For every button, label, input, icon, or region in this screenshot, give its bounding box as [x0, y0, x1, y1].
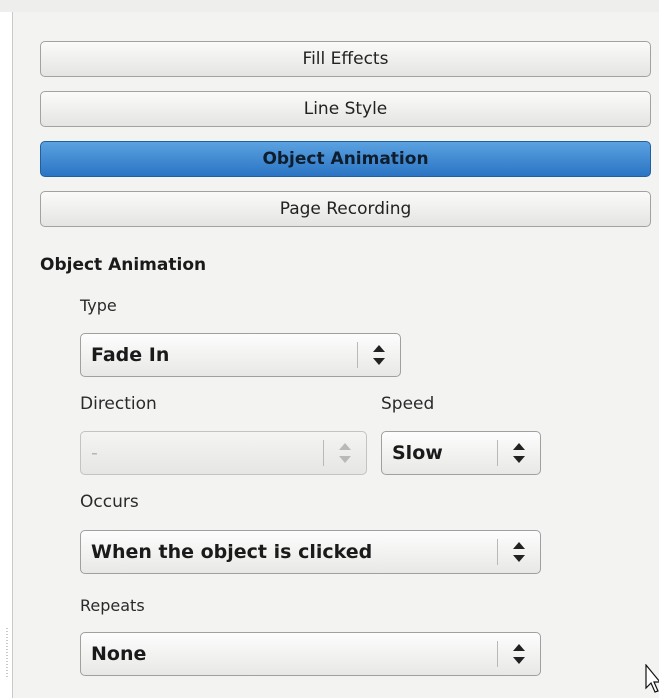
up-down-arrows-icon [513, 644, 525, 664]
speed-value: Slow [392, 442, 443, 464]
speed-select[interactable]: Slow [381, 431, 541, 475]
direction-label: Direction [80, 394, 157, 414]
repeats-select[interactable]: None [80, 632, 541, 676]
mouse-pointer-icon [645, 664, 659, 693]
occurs-select[interactable]: When the object is clicked [80, 530, 541, 574]
tab-object-animation[interactable]: Object Animation [40, 141, 651, 177]
up-down-arrows-icon [339, 443, 351, 463]
tab-page-recording[interactable]: Page Recording [40, 191, 651, 227]
direction-value: - [91, 442, 98, 464]
tab-line-style[interactable]: Line Style [40, 91, 651, 127]
up-down-arrows-icon [513, 542, 525, 562]
type-value: Fade In [91, 344, 170, 366]
tab-fill-effects[interactable]: Fill Effects [40, 41, 651, 77]
occurs-value: When the object is clicked [91, 541, 373, 563]
section-title: Object Animation [40, 255, 207, 275]
up-down-arrows-icon [373, 345, 385, 365]
type-label: Type [80, 296, 117, 315]
top-band [0, 0, 659, 12]
resize-grip[interactable] [6, 628, 8, 678]
type-select[interactable]: Fade In [80, 333, 401, 377]
direction-select[interactable]: - [80, 431, 367, 475]
repeats-label: Repeats [80, 596, 145, 615]
speed-label: Speed [381, 394, 435, 414]
occurs-label: Occurs [80, 492, 139, 512]
up-down-arrows-icon [513, 443, 525, 463]
repeats-value: None [91, 643, 147, 665]
